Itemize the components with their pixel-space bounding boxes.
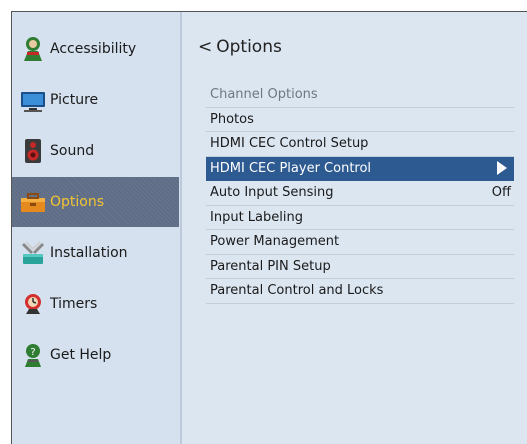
help-person-icon: ?: [25, 344, 41, 367]
sidebar-item-label: Installation: [50, 245, 128, 261]
menu-item-input-labeling[interactable]: Input Labeling: [206, 206, 514, 230]
tools-icon: [21, 241, 45, 264]
page-title-label: Options: [216, 37, 282, 57]
play-arrow-icon: [497, 161, 507, 176]
menu-item-value: Off: [491, 185, 511, 201]
menu-item-parental-pin-setup[interactable]: Parental PIN Setup: [206, 255, 514, 279]
sidebar-item-installation[interactable]: Installation: [12, 228, 179, 278]
timer-clock-icon: [25, 294, 41, 314]
tv-screen-icon: [21, 92, 45, 112]
menu-item-label: Parental Control and Locks: [210, 283, 384, 299]
sidebar-item-picture[interactable]: Picture: [12, 75, 179, 125]
menu-item-label: Input Labeling: [210, 209, 303, 225]
sidebar-item-accessibility[interactable]: Accessibility: [12, 24, 179, 74]
menu-item-power-management[interactable]: Power Management: [206, 230, 514, 255]
menu-item-label: Channel Options: [210, 87, 318, 103]
sidebar-item-label: Accessibility: [50, 41, 137, 57]
sidebar-item-label: Timers: [50, 296, 98, 312]
menu-item-label: Power Management: [210, 234, 340, 250]
back-chevron-icon[interactable]: <: [198, 37, 212, 57]
sidebar-item-get-help[interactable]: ? Get Help: [12, 330, 179, 380]
sidebar-item-label: Picture: [50, 92, 99, 108]
menu-item-label: Auto Input Sensing: [210, 185, 334, 201]
menu-item-label: HDMI CEC Player Control: [210, 160, 372, 176]
sidebar-item-sound[interactable]: Sound: [12, 126, 179, 176]
menu-item-parental-control-and-locks[interactable]: Parental Control and Locks: [206, 279, 514, 304]
menu-item-hdmi-cec-control-setup[interactable]: HDMI CEC Control Setup: [206, 132, 514, 157]
menu-item-label: Parental PIN Setup: [210, 258, 331, 274]
svg-text:?: ?: [30, 347, 35, 358]
sidebar: Accessibility Picture Sound Options Inst…: [12, 12, 182, 444]
accessibility-person-icon: [24, 37, 42, 61]
options-panel: < Options Channel Options Photos HDMI CEC…: [182, 12, 527, 444]
menu-item-channel-options[interactable]: Channel Options: [206, 83, 514, 108]
menu-item-label: HDMI CEC Control Setup: [210, 136, 369, 152]
menu-item-auto-input-sensing[interactable]: Auto Input Sensing Off: [206, 181, 514, 206]
options-toolbox-icon: [21, 193, 45, 212]
menu-item-label: Photos: [210, 111, 254, 127]
speaker-icon: [25, 139, 41, 163]
menu-item-hdmi-cec-player-control[interactable]: HDMI CEC Player Control: [206, 156, 514, 181]
sidebar-item-timers[interactable]: Timers: [12, 279, 179, 329]
sidebar-item-label: Sound: [50, 143, 95, 159]
page-title[interactable]: < Options: [198, 37, 282, 57]
menu-item-photos[interactable]: Photos: [206, 108, 514, 132]
options-list: Channel Options Photos HDMI CEC Control …: [206, 83, 514, 304]
sidebar-item-label: Options: [50, 194, 105, 210]
sidebar-item-label: Get Help: [50, 347, 112, 363]
sidebar-item-options[interactable]: Options: [12, 177, 179, 227]
tv-menu-frame: Accessibility Picture Sound Options Inst…: [11, 11, 527, 444]
